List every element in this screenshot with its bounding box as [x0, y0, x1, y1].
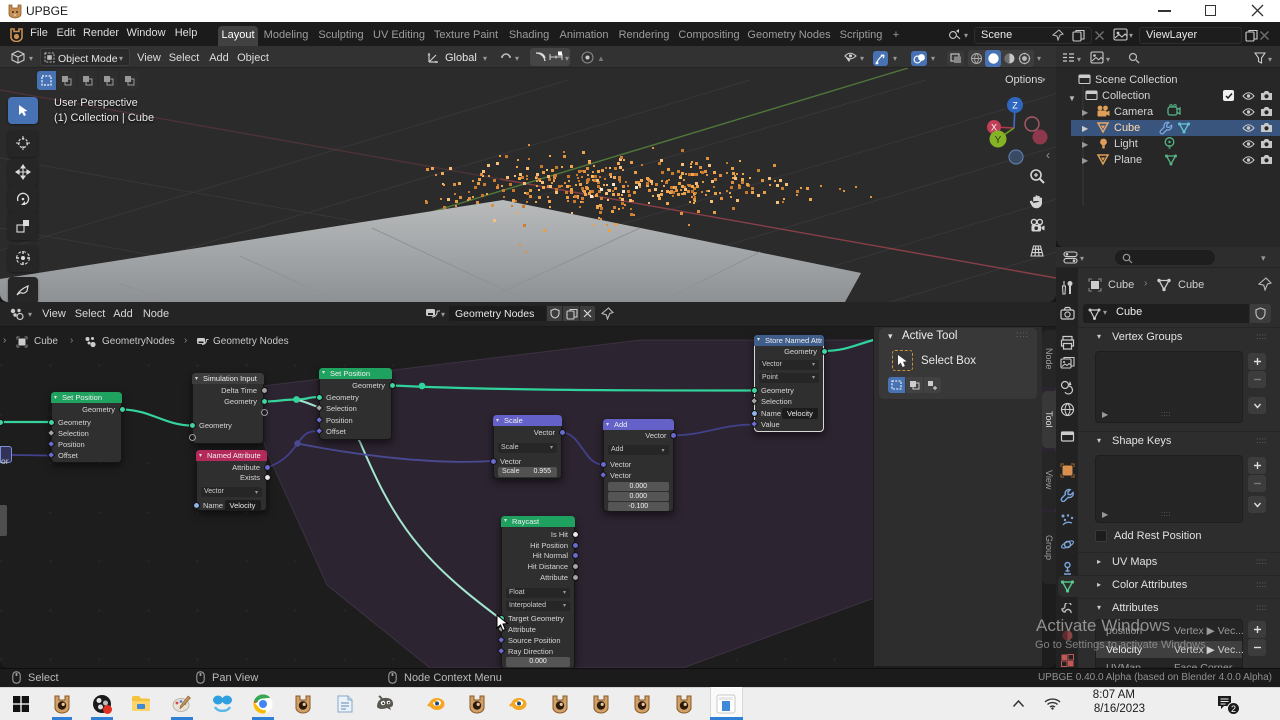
svg-text:Z: Z	[1012, 101, 1018, 111]
svg-text:Y: Y	[995, 135, 1002, 146]
